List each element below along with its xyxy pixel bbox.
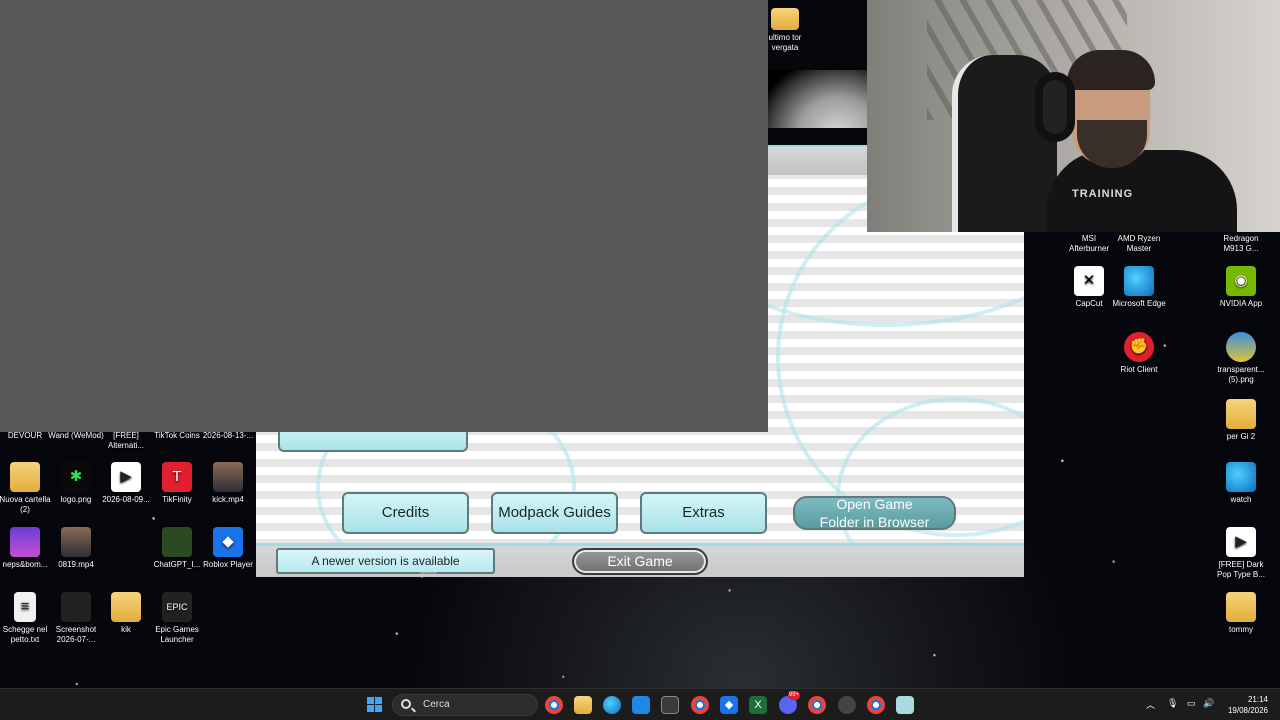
desktop-icon-label-cut[interactable]: [FREE] Alternati... — [98, 431, 154, 451]
folder-icon — [10, 527, 40, 557]
desktop-icon-msi-afterburner[interactable]: MSI Afterburner — [1061, 234, 1117, 254]
excel-icon[interactable]: X — [749, 696, 767, 714]
desktop-icon-label-cut[interactable]: 2026-08-13-... — [200, 431, 256, 441]
extras-button[interactable]: Extras — [640, 492, 767, 534]
desktop-icon-nvidia-app[interactable]: ◉ NVIDIA App — [1213, 266, 1269, 309]
desktop-icon-riot-client[interactable]: ✊ Riot Client — [1111, 332, 1167, 375]
search-icon — [401, 699, 411, 709]
search-placeholder: Cerca — [423, 699, 450, 710]
desktop-icon-label-cut[interactable]: DEVOUR — [0, 431, 53, 441]
folder-icon — [10, 462, 40, 492]
edge-icon[interactable] — [603, 696, 621, 714]
open-folder-line1: Open Game — [836, 496, 913, 512]
image-icon: ✱ — [61, 462, 91, 492]
text-file-icon: ≡ — [14, 592, 36, 622]
desktop-icon-transparent-png[interactable]: transparent... (5).png — [1213, 332, 1269, 385]
clock-time: 21:14 — [1247, 695, 1268, 704]
nvidia-icon: ◉ — [1226, 266, 1256, 296]
edge-icon — [1124, 266, 1154, 296]
riot-icon: ✊ — [1124, 332, 1154, 362]
game-launcher-taskbar-icon[interactable] — [896, 696, 914, 714]
desktop-icon-amd-ryzen-master[interactable]: AMD Ryzen Master — [1111, 234, 1167, 254]
icon-label-under-window: gioco — [420, 571, 437, 578]
volume-icon[interactable]: 🔊 — [1203, 698, 1214, 709]
desktop-icon-kick-mp4[interactable]: kick.mp4 — [200, 462, 256, 505]
clock-date: 19/08/2026 — [1227, 706, 1268, 715]
desktop-icon-watch[interactable]: watch — [1213, 462, 1269, 505]
streamer-hair — [1067, 50, 1155, 90]
desktop-icon-video-2026-08-09[interactable]: ▶ 2026-08-09... — [98, 462, 154, 505]
edge-icon — [1226, 462, 1256, 492]
credits-button[interactable]: Credits — [342, 492, 469, 534]
image-icon — [61, 592, 91, 622]
start-button[interactable] — [366, 696, 384, 714]
open-game-folder-button[interactable]: Open Game Folder in Browser — [793, 496, 956, 530]
update-available-notice[interactable]: A newer version is available — [276, 548, 495, 574]
video-icon — [61, 527, 91, 557]
video-icon: ▶ — [111, 462, 141, 492]
desktop-icon-0819-mp4[interactable]: 0819.mp4 — [48, 527, 104, 570]
file-explorer-icon[interactable] — [574, 696, 592, 714]
system-clock[interactable]: 21:14 19/08/2026 — [1222, 694, 1268, 716]
chrome-profile-icon[interactable] — [808, 696, 826, 714]
folder-icon — [111, 592, 141, 622]
shirt-print: TRAINING — [1072, 188, 1134, 200]
desktop-icon-neps-bom[interactable]: neps&bom... — [0, 527, 53, 570]
desktop-icon-epic-games[interactable]: EPIC Epic Games Launcher — [149, 592, 205, 645]
desktop-icon-tikfinity[interactable]: T TikFinity — [149, 462, 205, 505]
desktop-icon-label-cut[interactable]: Wand (WeMod) — [48, 431, 104, 441]
headset-icon — [1035, 72, 1075, 142]
obs-icon[interactable] — [838, 696, 856, 714]
desktop-icon-nuova-cartella[interactable]: Nuova cartella (2) — [0, 462, 53, 515]
open-folder-line2: Folder in Browser — [819, 514, 930, 530]
desktop-icon-label-cut[interactable]: TikTok Coins — [149, 431, 205, 441]
desktop-icon-roblox-player[interactable]: ◆ Roblox Player — [200, 527, 256, 570]
chrome-profile-icon[interactable] — [691, 696, 709, 714]
exit-game-button[interactable]: Exit Game — [572, 548, 708, 575]
notification-badge: 99+ — [788, 691, 800, 700]
image-icon — [1226, 332, 1256, 362]
chevron-up-icon[interactable]: ︿ — [1146, 698, 1155, 711]
desktop-icon-redragon[interactable]: Redragon M913 G... — [1213, 234, 1269, 254]
desktop-icon-capcut[interactable]: ✕ CapCut — [1061, 266, 1117, 309]
desktop-icon-dark-pop-type-beat[interactable]: ▶ [FREE] Dark Pop Type B... — [1213, 527, 1269, 580]
chrome-profile-icon[interactable] — [867, 696, 885, 714]
image-icon — [162, 527, 192, 557]
tikfinity-icon: T — [162, 462, 192, 492]
menu-button-partial[interactable] — [278, 432, 468, 452]
network-icon[interactable]: ▭ — [1187, 698, 1196, 709]
roblox-icon: ◆ — [213, 527, 243, 557]
folder-icon — [1226, 399, 1256, 429]
video-icon: ▶ — [1226, 527, 1256, 557]
desktop-icon-tommy[interactable]: tommy — [1213, 592, 1269, 635]
desktop-icon-logo-png[interactable]: ✱ logo.png — [48, 462, 104, 505]
desktop-icon-per-gi-2[interactable]: per Gi 2 — [1213, 399, 1269, 442]
microphone-icon[interactable]: 🎙 — [1167, 698, 1178, 709]
blank-overlay-panel — [0, 0, 768, 432]
desktop-icon-kik[interactable]: kik — [98, 592, 154, 635]
desktop-icon-microsoft-edge[interactable]: Microsoft Edge — [1111, 266, 1167, 309]
windows-taskbar: Cerca ◆ X 99+ ︿ 🎙 ▭ 🔊 21:14 19/08/2026 — [0, 688, 1280, 720]
wallpaper-moon — [768, 70, 868, 128]
desktop-icon-chatgpt-image[interactable]: ChatGPT_I... — [149, 527, 205, 570]
modpack-guides-button[interactable]: Modpack Guides — [491, 492, 618, 534]
chrome-icon[interactable] — [545, 696, 563, 714]
folder-icon — [1226, 592, 1256, 622]
store-icon[interactable] — [661, 696, 679, 714]
webcam-overlay: TRAINING — [867, 0, 1280, 232]
video-icon — [213, 462, 243, 492]
taskbar-search[interactable]: Cerca — [392, 694, 538, 716]
desktop-icon-screenshot[interactable]: Screenshot 2026-07-... — [48, 592, 104, 645]
epic-games-icon: EPIC — [162, 592, 192, 622]
folder-icon — [771, 8, 799, 30]
capcut-icon: ✕ — [1074, 266, 1104, 296]
roblox-icon[interactable]: ◆ — [720, 696, 738, 714]
photos-icon[interactable] — [632, 696, 650, 714]
desktop-icon-schegge-txt[interactable]: ≡ Schegge nel petto.txt — [0, 592, 53, 645]
